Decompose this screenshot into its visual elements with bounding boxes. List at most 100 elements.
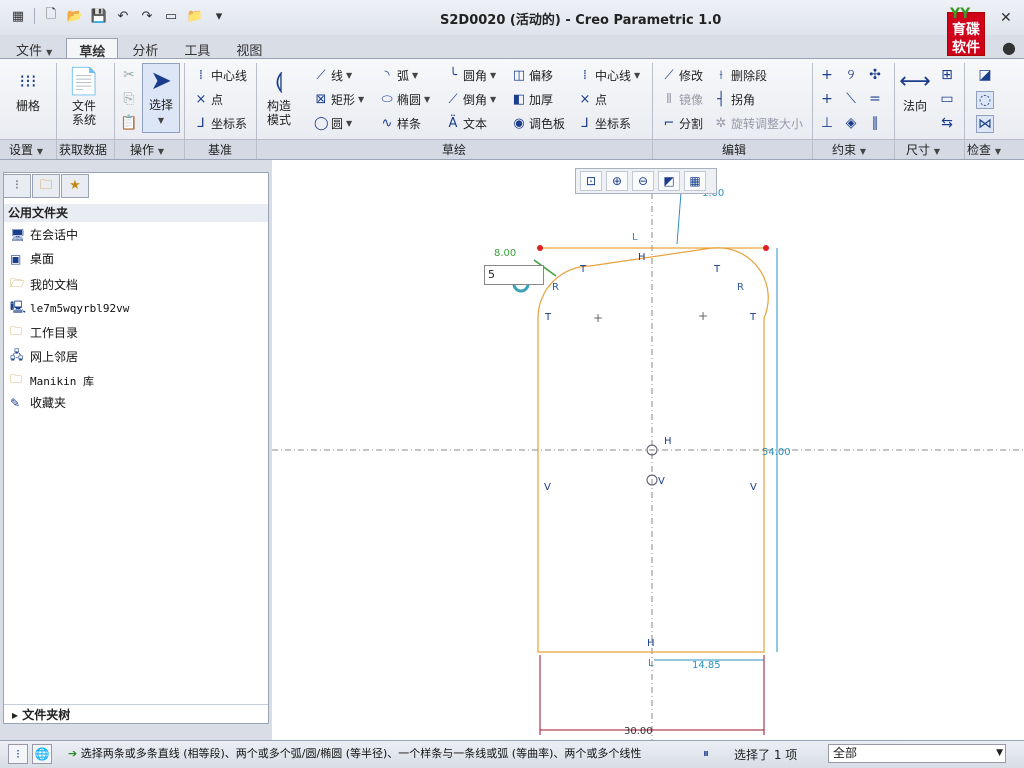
spline-tool[interactable]: ∿ 样条 — [380, 115, 421, 132]
R1-label-right: R — [737, 282, 744, 293]
datum-point[interactable]: × 点 — [194, 91, 223, 108]
thicken-tool[interactable]: ◧ 加厚 — [512, 91, 553, 108]
arc-tool[interactable]: ◝ 弧 ▼ — [380, 67, 418, 84]
open-folder-icon[interactable]: 📂 — [65, 6, 85, 26]
dimension-input[interactable]: 5 — [484, 265, 544, 285]
group-settings[interactable]: 设置 ▼ — [9, 141, 43, 158]
folder-manikin[interactable]: 🗀 Manikin 库 — [10, 370, 94, 391]
dimension-baseline-icon[interactable]: ⊞ — [938, 67, 956, 83]
redo-icon[interactable]: ↷ — [137, 6, 157, 26]
cut-icon[interactable]: ✂ — [120, 67, 138, 83]
group-constrain[interactable]: 约束 ▼ — [832, 141, 866, 158]
perpendicular-constraint-icon[interactable]: ⊥ — [818, 115, 836, 131]
offset-tool[interactable]: ◫ 偏移 — [512, 67, 553, 84]
folder-computer[interactable]: 🖳 le7m5wqyrbl92vw — [10, 298, 129, 319]
modify-tool[interactable]: ⟋ 修改 — [662, 67, 703, 84]
display-filter-icon[interactable]: ▦ — [684, 171, 706, 191]
folder-tree-toggle[interactable]: ▸ 文件夹树 — [4, 704, 268, 724]
new-file-icon[interactable]: 🗋 — [41, 6, 61, 26]
tab-file[interactable]: 文件 ▼ — [4, 38, 64, 59]
datum-centerline[interactable]: ⁞ 中心线 — [194, 67, 247, 84]
copy-icon[interactable]: ⎘ — [120, 91, 138, 107]
tab-sketch[interactable]: 草绘 — [66, 38, 119, 60]
grid-button[interactable]: ⁝⁝⁝ 栅格 — [10, 65, 46, 113]
mirror-tool[interactable]: ⫴ 镜像 — [662, 91, 703, 108]
tab-view[interactable]: 视图 — [224, 38, 274, 59]
R1-label-left: R — [552, 282, 559, 293]
toggle-navigator-icon[interactable]: ⁝ — [8, 744, 28, 764]
zoom-out-icon[interactable]: ⊖ — [632, 171, 654, 191]
ellipse-tool[interactable]: ⬭ 椭圆 ▼ — [380, 91, 430, 108]
delete-segment-tool[interactable]: ⟊ 删除段 — [714, 67, 767, 84]
folder-network[interactable]: 🖧 网上邻居 — [10, 346, 78, 367]
arc-center-right: + — [698, 309, 708, 323]
overlapping-geometry-icon[interactable]: ⋈ — [976, 115, 994, 133]
zoom-in-icon[interactable]: ⊕ — [606, 171, 628, 191]
browser-icon[interactable]: 🌐 — [32, 744, 52, 764]
folder-desktop[interactable]: ▣ 桌面 — [10, 250, 54, 267]
save-icon[interactable]: 💾 — [89, 6, 109, 26]
endpoint-left — [537, 245, 543, 251]
folder-working-dir[interactable]: 🗀 工作目录 — [10, 322, 78, 343]
rotate-resize-tool[interactable]: ✲ 旋转调整大小 — [714, 115, 803, 132]
midpoint-constraint-icon[interactable]: ✣ — [866, 67, 884, 83]
tab-tools[interactable]: 工具 — [172, 38, 222, 59]
model-tree-tab-icon[interactable]: ⁝ — [3, 174, 31, 198]
sketch-coordsys-tool[interactable]: ⅃ 坐标系 — [578, 115, 631, 132]
selection-filter-icon[interactable]: ⏸ — [696, 744, 716, 764]
folder-browser-tab-icon[interactable]: 🗀 — [32, 174, 60, 198]
text-tool[interactable]: Ä 文本 — [446, 115, 487, 132]
selection-filter-dropdown[interactable]: 全部 ▼ — [828, 744, 1006, 763]
rectangle-tool[interactable]: ⊠ 矩形 ▼ — [314, 91, 365, 108]
constraint-H-mid: H — [664, 436, 672, 447]
sketch-canvas[interactable]: + + 8.00 1.00 54.00 14.85 30.00 L L R R … — [272, 160, 1024, 740]
close-icon[interactable]: ✕ — [1000, 10, 1012, 26]
sketch-graphics[interactable]: + + 8.00 1.00 54.00 14.85 30.00 L L R R … — [272, 160, 1024, 740]
sketch-point-tool[interactable]: × 点 — [578, 91, 607, 108]
select-button[interactable]: ➤ 选择 ▼ — [142, 63, 180, 133]
chamfer-tool[interactable]: ⟋ 倒角 ▼ — [446, 91, 496, 108]
group-dimension[interactable]: 尺寸 ▼ — [906, 141, 940, 158]
shade-closed-loops-icon[interactable]: ◌ — [976, 91, 994, 109]
horizontal-constraint-icon[interactable]: + — [818, 91, 836, 107]
folder-favorites[interactable]: ✎ 收藏夹 — [10, 394, 66, 411]
group-inspect[interactable]: 检查 ▼ — [967, 141, 1001, 158]
undo-icon[interactable]: ↶ — [113, 6, 133, 26]
symmetric-constraint-icon[interactable]: ◈ — [842, 115, 860, 131]
divide-tool[interactable]: ⌐ 分割 — [662, 115, 703, 132]
customize-icon[interactable]: ▾ — [209, 6, 229, 26]
window-icon[interactable]: ▭ — [161, 6, 181, 26]
coincident-constraint-icon[interactable]: ⟍ — [842, 91, 860, 107]
highlight-open-ends-icon[interactable]: ◪ — [976, 67, 994, 83]
favorites-tab-icon[interactable]: ★ — [61, 174, 89, 198]
construction-mode-button[interactable]: ⟬ 构造 模式 — [262, 65, 296, 127]
dim-30-label: 30.00 — [624, 726, 653, 737]
group-operations[interactable]: 操作 ▼ — [130, 141, 164, 158]
parallel-constraint-icon[interactable]: ∥ — [866, 115, 884, 131]
fillet-tool[interactable]: ╰ 圆角 ▼ — [446, 67, 496, 84]
normal-dimension-button[interactable]: ⟷ 法向 — [898, 65, 932, 113]
app-icon[interactable]: ▦ — [8, 6, 28, 26]
dimension-reference-icon[interactable]: ▭ — [938, 91, 956, 107]
circle-tool[interactable]: ◯ 圆 ▼ — [314, 115, 352, 132]
palette-tool[interactable]: ◉ 调色板 — [512, 115, 565, 132]
file-system-button[interactable]: 📄 文件 系统 — [64, 65, 104, 127]
corner-tool[interactable]: ┤ 拐角 — [714, 91, 755, 108]
paste-icon[interactable]: 📋 — [120, 115, 138, 131]
sketch-view-icon[interactable]: ◩ — [658, 171, 680, 191]
vertical-constraint-icon[interactable]: + — [818, 67, 836, 83]
datum-coordsys[interactable]: ⅃ 坐标系 — [194, 115, 247, 132]
tab-analysis[interactable]: 分析 — [120, 38, 170, 59]
folder-icon[interactable]: 📁 — [185, 6, 205, 26]
folder-in-session[interactable]: 🖥 在会话中 — [10, 226, 78, 243]
dimension-perimeter-icon[interactable]: ⇆ — [938, 115, 956, 131]
folder-my-documents[interactable]: 🗁 我的文档 — [10, 274, 78, 295]
endpoint-right — [763, 245, 769, 251]
equal-constraint-icon[interactable]: = — [866, 91, 884, 107]
line-tool[interactable]: ⟋ 线 ▼ — [314, 67, 352, 84]
refit-icon[interactable]: ⊡ — [580, 171, 602, 191]
sketch-centerline-tool[interactable]: ⁞ 中心线 ▼ — [578, 67, 640, 84]
common-folders-header[interactable]: 公用文件夹 — [4, 204, 268, 222]
tangent-constraint-icon[interactable]: ୨ — [842, 67, 860, 83]
constraint-T-2: T — [713, 264, 721, 275]
